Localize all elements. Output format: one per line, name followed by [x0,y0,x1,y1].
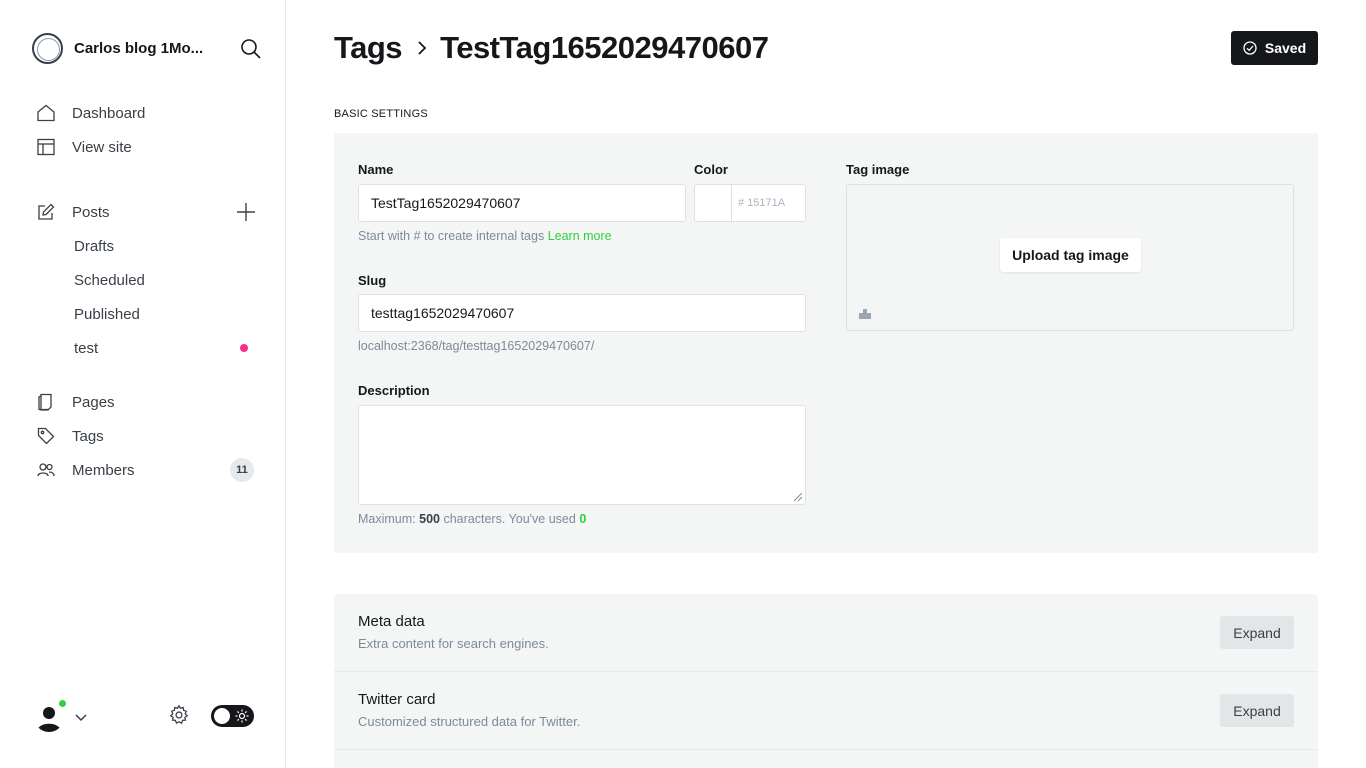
meta-data-section: Meta data Extra content for search engin… [334,594,1318,671]
twitter-card-title: Twitter card [358,691,436,708]
nav-primary: Dashboard View site [36,96,260,164]
sun-icon [235,709,249,723]
search-icon[interactable] [240,38,262,60]
nav-dashboard[interactable]: Dashboard [36,96,260,130]
home-icon [36,103,56,123]
nav-members-label: Members [72,461,135,479]
meta-data-title: Meta data [358,613,425,630]
pages-icon [36,392,56,412]
site-brand[interactable]: Carlos blog 1Mo... [32,32,262,64]
name-label: Name [358,162,394,177]
nav-secondary: Pages Tags Members 11 [36,385,260,487]
name-hint-text: Start with # to create internal tags [358,229,545,243]
nav-drafts-label: Drafts [74,237,115,255]
upload-tag-image-button[interactable]: Upload tag image [1000,238,1141,272]
toggle-knob [214,708,230,724]
page-header: Tags TestTag1652029470607 Saved [334,28,1318,68]
nav-view-site[interactable]: View site [36,130,260,164]
nav-posts: Posts Drafts Scheduled Published test [36,195,260,365]
twitter-card-subtitle: Customized structured data for Twitter. [358,714,581,729]
nav-published[interactable]: Published [36,297,260,331]
name-input[interactable]: TestTag1652029470607 [358,184,686,222]
nav-posts-item[interactable]: Posts [36,195,260,229]
members-icon [36,460,56,480]
nav-scheduled[interactable]: Scheduled [36,263,260,297]
saved-label: Saved [1264,40,1307,56]
slug-label: Slug [358,273,387,288]
nav-drafts[interactable]: Drafts [36,229,260,263]
main-content: Tags TestTag1652029470607 Saved BASIC SE… [334,0,1318,768]
nav-dashboard-label: Dashboard [72,104,146,122]
next-section [334,750,1318,768]
desc-hint-mid: characters. You've used [443,512,576,526]
nav-tags[interactable]: Tags [36,419,260,453]
desc-max: 500 [419,512,440,526]
section-label-basic: BASIC SETTINGS [334,108,428,120]
check-circle-icon [1243,41,1257,55]
meta-data-subtitle: Extra content for search engines. [358,636,549,651]
layout-icon [36,137,56,157]
twitter-card-expand-button[interactable]: Expand [1220,694,1294,727]
page-title: TestTag1652029470607 [440,30,769,65]
nav-view-site-label: View site [72,138,132,156]
nav-members[interactable]: Members 11 [36,453,260,487]
nav-tags-label: Tags [72,427,104,445]
nav-published-label: Published [74,305,140,323]
gear-icon[interactable] [168,704,190,726]
desc-hint-prefix: Maximum: [358,512,416,526]
tag-image-label: Tag image [846,162,910,177]
site-title: Carlos blog 1Mo... [74,39,204,57]
image-icon [859,309,871,319]
color-label: Color [694,162,728,177]
chevron-right-icon [418,41,427,55]
description-label: Description [358,383,430,398]
nav-test-label: test [74,339,99,357]
color-hex-input[interactable]: # 15171A [731,184,806,222]
learn-more-link[interactable]: Learn more [548,229,612,243]
meta-data-expand-button[interactable]: Expand [1220,616,1294,649]
nav-pages-label: Pages [72,393,115,411]
twitter-card-section: Twitter card Customized structured data … [334,672,1318,749]
sidebar-footer [32,698,256,734]
nav-test[interactable]: test [36,331,260,365]
resize-handle-icon[interactable] [793,492,803,502]
tag-icon [36,426,56,446]
chevron-down-icon[interactable] [74,710,88,724]
description-hint: Maximum: 500 characters. You've used 0 [358,512,586,526]
site-logo [32,32,63,64]
edit-icon [36,202,56,222]
desc-used: 0 [579,512,587,526]
slug-input[interactable]: testtag1652029470607 [358,294,806,332]
basic-settings-panel: Name TestTag1652029470607 Start with # t… [334,133,1318,553]
dark-mode-toggle[interactable] [211,705,254,727]
nav-scheduled-label: Scheduled [74,271,145,289]
new-post-plus-icon[interactable] [236,202,256,222]
members-count-badge: 11 [230,458,254,482]
description-textarea[interactable] [358,405,806,505]
tag-image-dropzone[interactable]: Upload tag image [846,184,1294,331]
online-status-dot [57,698,68,709]
status-dot [240,344,248,352]
color-swatch[interactable] [694,184,732,222]
saved-button[interactable]: Saved [1231,31,1318,65]
nav-posts-label: Posts [72,203,110,221]
breadcrumb-tags[interactable]: Tags [334,30,403,66]
sidebar: Carlos blog 1Mo... Dashboard View site P… [0,0,286,768]
slug-url: localhost:2368/tag/testtag1652029470607/ [358,339,595,353]
name-hint: Start with # to create internal tags Lea… [358,229,612,243]
nav-pages[interactable]: Pages [36,385,260,419]
